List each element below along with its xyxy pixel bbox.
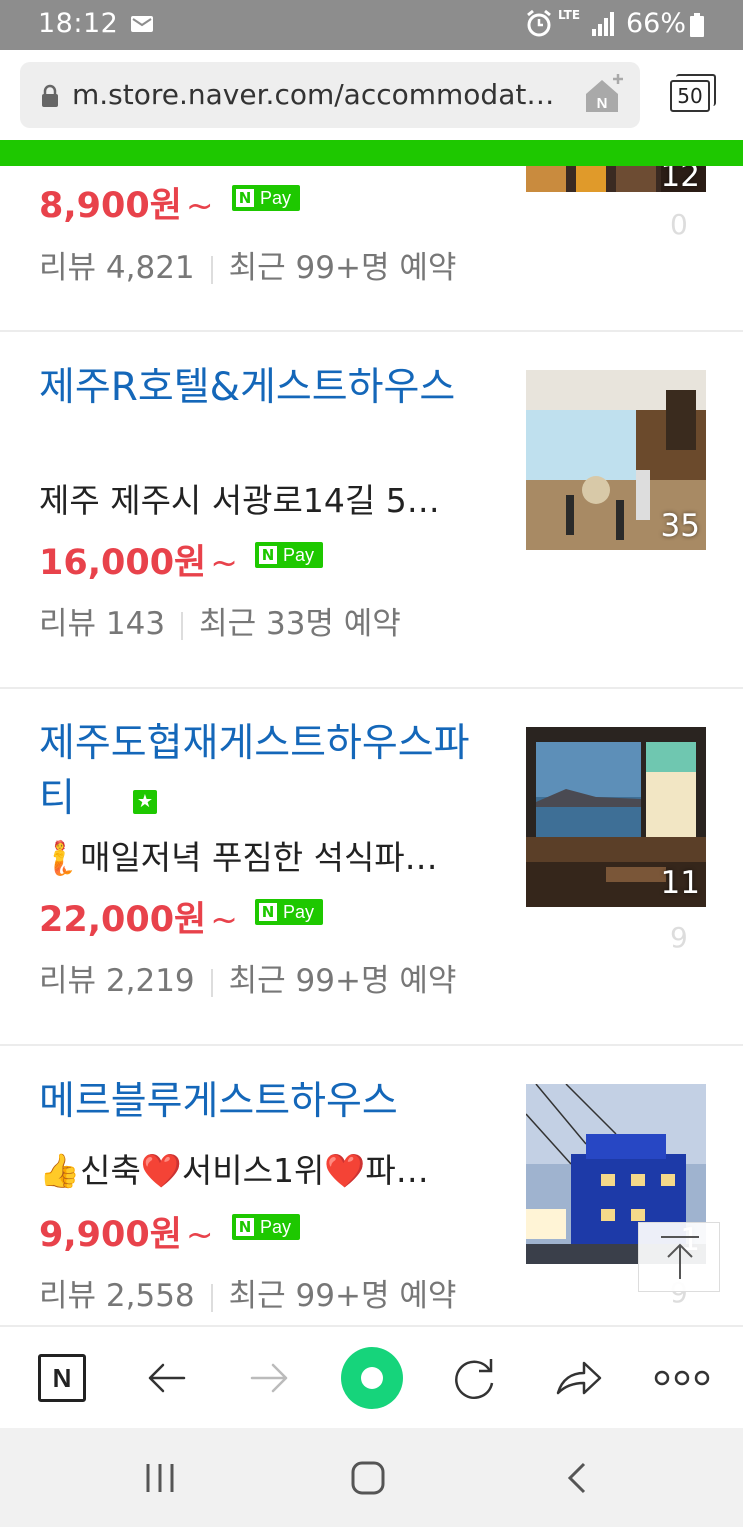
page-progress-bar xyxy=(0,140,743,166)
listing-meta: 리뷰 2,558 최근 99+명 예약 xyxy=(39,1270,456,1315)
listing-meta: 리뷰 143 최근 33명 예약 xyxy=(39,598,401,643)
listing-meta: 리뷰 4,821 최근 99+명 예약 xyxy=(39,242,456,287)
home-icon[interactable] xyxy=(348,1458,388,1498)
naver-n-icon: N xyxy=(259,903,277,921)
meta-separator xyxy=(181,611,184,640)
recent-bookings: 최근 99+명 예약 xyxy=(228,250,457,286)
back-arrow-icon[interactable] xyxy=(136,1347,196,1409)
refresh-icon[interactable] xyxy=(444,1347,504,1409)
listing-thumbnail[interactable]: 11 xyxy=(526,727,706,907)
green-dot-button[interactable] xyxy=(341,1347,403,1409)
price-tilde: ~ xyxy=(210,900,238,939)
scroll-to-top-button[interactable] xyxy=(638,1222,720,1292)
price: 9,900원 ~ xyxy=(39,1206,214,1257)
divider xyxy=(0,330,743,332)
divider xyxy=(0,687,743,689)
divider xyxy=(0,1044,743,1046)
listing-address: 👍신축❤️서비스1위❤️파… xyxy=(39,1151,429,1190)
naver-pay-badge: N Pay xyxy=(255,542,323,568)
listing-thumbnail[interactable]: 35 xyxy=(526,370,706,550)
naver-n-icon: N xyxy=(259,546,277,564)
listing-thumbnail[interactable]: 12 xyxy=(526,166,706,192)
more-options-icon[interactable] xyxy=(652,1347,712,1409)
price: 8,900원 ~ xyxy=(39,177,214,228)
pay-label: Pay xyxy=(283,545,315,565)
add-to-home-icon[interactable]: N xyxy=(582,72,626,116)
status-bar: 18:12 LTE 66% xyxy=(0,0,743,50)
message-icon xyxy=(131,16,153,32)
recent-bookings: 최근 99+명 예약 xyxy=(228,1278,457,1314)
photo-count: 35 xyxy=(660,508,700,544)
arrow-up-icon xyxy=(661,1236,699,1279)
browser-toolbar: N xyxy=(0,1325,743,1428)
recent-bookings: 최근 33명 예약 xyxy=(199,606,401,642)
price-value: 9,900원 xyxy=(39,1215,182,1255)
photo-count: 12 xyxy=(660,166,700,192)
share-icon[interactable] xyxy=(548,1347,608,1409)
listing-title[interactable]: 제주R호텔&게스트하우스 xyxy=(39,360,484,415)
pay-label: Pay xyxy=(260,188,292,208)
pay-label: Pay xyxy=(260,1217,292,1237)
photo-count: 11 xyxy=(660,865,700,901)
recent-apps-icon[interactable] xyxy=(140,1458,180,1498)
naver-n-icon: N xyxy=(236,1218,254,1236)
listing-address: 제주 제주시 서광로14길 5… xyxy=(39,481,440,520)
review-count: 리뷰 2,219 xyxy=(39,963,195,999)
meta-separator xyxy=(210,968,213,997)
battery-percent: 66% xyxy=(626,8,687,39)
listing-address: 🧜매일저녁 푸짐한 석식파… xyxy=(39,838,438,877)
photo-count-overflow: 9 xyxy=(670,921,688,954)
price-tilde: ~ xyxy=(185,1215,214,1254)
tabs-button[interactable]: 50 xyxy=(670,74,716,114)
signal-icon xyxy=(592,12,614,36)
review-count: 리뷰 2,558 xyxy=(39,1278,195,1314)
meta-separator xyxy=(210,1283,213,1312)
browser-address-bar: m.store.naver.com/accommodat… N 50 xyxy=(0,50,743,140)
pay-label: Pay xyxy=(283,902,315,922)
svg-text:N: N xyxy=(597,95,608,112)
price-tilde: ~ xyxy=(210,543,238,582)
system-navigation-bar xyxy=(0,1428,743,1527)
listing-title[interactable]: 메르블루게스트하우스 xyxy=(39,1074,484,1129)
accommodation-list: 12 0 8,900원 ~ N Pay 리뷰 4,821 최근 99+명 예약 제주… xyxy=(0,166,743,1325)
review-count: 리뷰 4,821 xyxy=(39,250,195,286)
price-tilde: ~ xyxy=(185,186,214,225)
review-count: 리뷰 143 xyxy=(39,606,166,642)
url-text: m.store.naver.com/accommodat… xyxy=(72,78,555,111)
listing-meta: 리뷰 2,219 최근 99+명 예약 xyxy=(39,955,456,1000)
naver-pay-badge: N Pay xyxy=(232,1214,300,1240)
forward-arrow-icon[interactable] xyxy=(240,1347,300,1409)
naver-n-icon: N xyxy=(236,189,254,207)
price: 22,000원 ~ xyxy=(39,891,238,942)
status-time: 18:12 xyxy=(38,8,119,39)
price-value: 8,900원 xyxy=(39,186,182,226)
lock-icon xyxy=(42,84,58,107)
verified-star-icon: ★ xyxy=(133,790,157,814)
system-back-icon[interactable] xyxy=(558,1458,598,1498)
naver-home-button[interactable]: N xyxy=(38,1354,86,1402)
tab-count: 50 xyxy=(670,80,710,112)
alarm-icon xyxy=(527,9,551,37)
meta-separator xyxy=(210,255,213,284)
photo-count-overflow: 0 xyxy=(670,208,688,241)
battery-icon xyxy=(690,13,704,37)
network-type: LTE xyxy=(558,8,581,22)
naver-pay-badge: N Pay xyxy=(255,899,323,925)
listing-title[interactable]: 제주도협재게스트하우스파티 xyxy=(39,716,484,826)
listing-title-text: 제주도협재게스트하우스파티 xyxy=(39,721,470,821)
price: 16,000원 ~ xyxy=(39,534,238,585)
url-field[interactable]: m.store.naver.com/accommodat… N xyxy=(20,62,640,128)
recent-bookings: 최근 99+명 예약 xyxy=(228,963,457,999)
price-value: 16,000원 xyxy=(39,543,207,583)
price-value: 22,000원 xyxy=(39,900,207,940)
naver-pay-badge: N Pay xyxy=(232,185,300,211)
